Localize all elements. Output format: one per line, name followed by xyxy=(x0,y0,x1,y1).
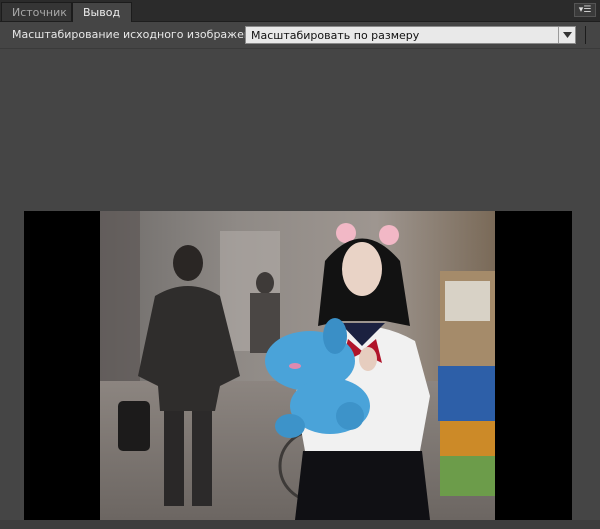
panel-bottom-edge xyxy=(0,520,600,529)
output-preview xyxy=(24,211,572,520)
video-frame-image xyxy=(100,211,495,520)
scaling-select-value: Масштабировать по размеру xyxy=(251,28,420,42)
scaling-select[interactable]: Масштабировать по размеру xyxy=(245,26,576,44)
scaling-label: Масштабирование исходного изображения: xyxy=(12,28,269,41)
panel-menu-icon[interactable]: ▾☰ xyxy=(574,3,596,17)
chevron-down-icon[interactable] xyxy=(558,27,575,43)
tab-source[interactable]: Источник xyxy=(1,2,72,21)
toolbar-divider xyxy=(585,26,586,44)
tab-bar: Источник Вывод ▾☰ xyxy=(0,0,600,22)
scaling-options-row: Масштабирование исходного изображения: М… xyxy=(0,22,600,49)
video-frame xyxy=(100,211,495,520)
tab-output[interactable]: Вывод xyxy=(72,2,132,22)
